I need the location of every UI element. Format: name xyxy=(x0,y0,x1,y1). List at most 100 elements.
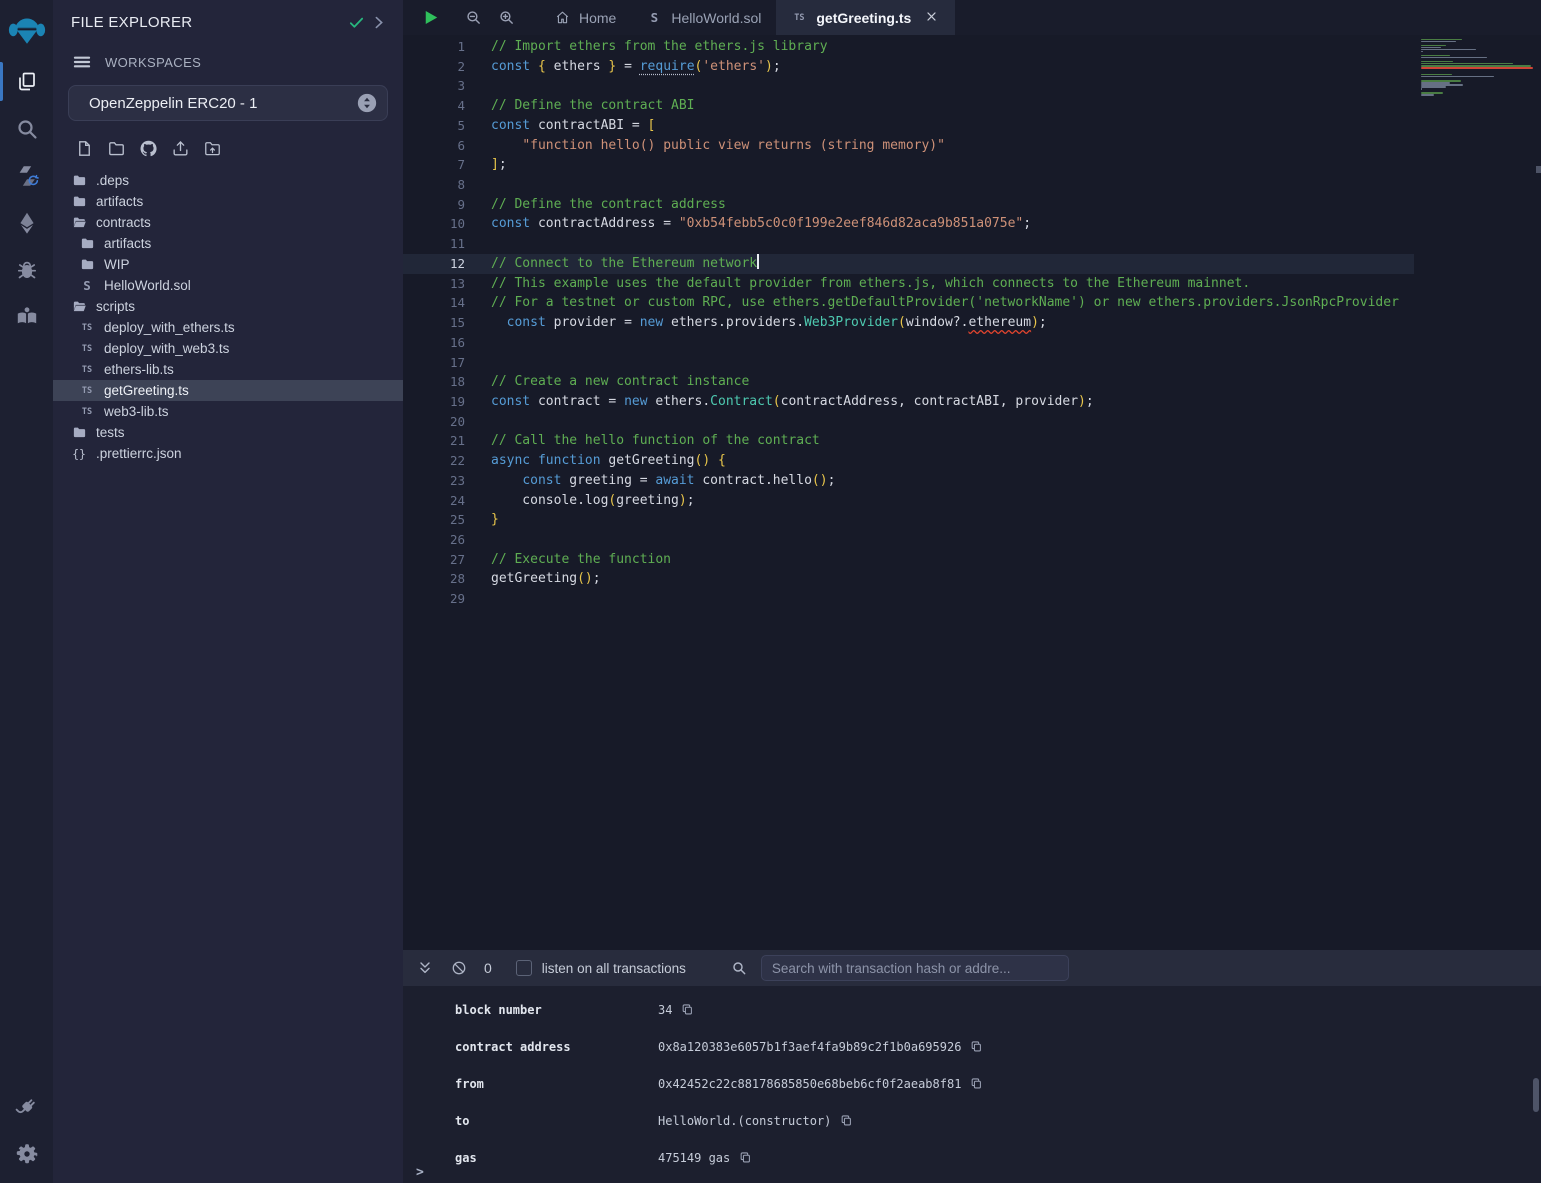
line-number: 14 xyxy=(403,293,465,313)
tree-item-contracts[interactable]: contracts xyxy=(53,212,403,233)
code-line-18[interactable]: 18// Create a new contract instance xyxy=(403,372,1414,392)
code-line-12[interactable]: 12// Connect to the Ethereum network xyxy=(403,254,1414,274)
copy-icon[interactable] xyxy=(970,1040,984,1054)
code-line-1[interactable]: 1// Import ethers from the ethers.js lib… xyxy=(403,37,1414,57)
tree-item-artifacts[interactable]: artifacts xyxy=(53,233,403,254)
sidebar-item-debugger[interactable] xyxy=(0,246,53,293)
copy-icon[interactable] xyxy=(681,1003,695,1017)
code-line-20[interactable]: 20 xyxy=(403,412,1414,432)
sidebar-item-learneth[interactable] xyxy=(0,293,53,340)
code-line-15[interactable]: 15 const provider = new ethers.providers… xyxy=(403,313,1414,333)
code-line-2[interactable]: 2const { ethers } = require('ethers'); xyxy=(403,57,1414,77)
tree-item-web3-lib-ts[interactable]: TSweb3-lib.ts xyxy=(53,401,403,422)
code-line-26[interactable]: 26 xyxy=(403,530,1414,550)
tree-item-deploy-with-ethers-ts[interactable]: TSdeploy_with_ethers.ts xyxy=(53,317,403,338)
publish-to-gist-button[interactable] xyxy=(138,138,158,158)
pending-tx-count: 0 xyxy=(484,960,492,976)
clear-console-button[interactable] xyxy=(450,959,468,977)
tab-label: Home xyxy=(579,10,616,26)
activity-bar xyxy=(0,0,53,1183)
tree-item-artifacts[interactable]: artifacts xyxy=(53,191,403,212)
tab-getgreeting-ts[interactable]: TSgetGreeting.ts xyxy=(776,0,955,35)
terminal-scrollbar[interactable] xyxy=(1533,1078,1539,1112)
tree-item-label: contracts xyxy=(96,215,151,230)
terminal-prompt[interactable]: > xyxy=(416,1165,424,1180)
new-file-button[interactable] xyxy=(74,138,94,158)
code-line-28[interactable]: 28getGreeting(); xyxy=(403,569,1414,589)
tree-item-scripts[interactable]: scripts xyxy=(53,296,403,317)
tree-item-ethers-lib-ts[interactable]: TSethers-lib.ts xyxy=(53,359,403,380)
copy-icon[interactable] xyxy=(840,1114,854,1128)
tree-item-label: WIP xyxy=(104,257,130,272)
code-line-25[interactable]: 25} xyxy=(403,510,1414,530)
tree-item-label: getGreeting.ts xyxy=(104,383,189,398)
code-line-11[interactable]: 11 xyxy=(403,234,1414,254)
tree-item-label: ethers-lib.ts xyxy=(104,362,174,377)
code-line-4[interactable]: 4// Define the contract ABI xyxy=(403,96,1414,116)
code-line-19[interactable]: 19const contract = new ethers.Contract(c… xyxy=(403,392,1414,412)
tx-detail-value-text: 34 xyxy=(658,1003,672,1017)
tab-helloworld-sol[interactable]: SHelloWorld.sol xyxy=(631,0,776,35)
folder-icon xyxy=(80,236,95,251)
tree-item--deps[interactable]: .deps xyxy=(53,170,403,191)
minimap[interactable] xyxy=(1421,35,1533,98)
zoom-out-button[interactable] xyxy=(462,7,484,29)
tx-detail-value: 475149 gas xyxy=(658,1151,753,1165)
folder-upload-icon xyxy=(203,139,222,158)
folder-open-icon xyxy=(71,215,87,231)
workspace-ok-button[interactable] xyxy=(345,11,367,33)
copy-icon[interactable] xyxy=(739,1151,753,1165)
workspaces-menu-button[interactable] xyxy=(72,52,92,72)
tree-item--prettierrc-json[interactable]: {}.prettierrc.json xyxy=(53,443,403,464)
code-text: // Import ethers from the ethers.js libr… xyxy=(465,37,828,57)
terminal-collapse-button[interactable] xyxy=(416,959,434,977)
zoom-in-button[interactable] xyxy=(495,7,517,29)
code-line-23[interactable]: 23 const greeting = await contract.hello… xyxy=(403,471,1414,491)
upload-folder-button[interactable] xyxy=(202,138,222,158)
code-line-16[interactable]: 16 xyxy=(403,333,1414,353)
workspace-select[interactable]: OpenZeppelin ERC20 - 1 xyxy=(68,85,388,121)
code-line-13[interactable]: 13// This example uses the default provi… xyxy=(403,274,1414,294)
tree-item-wip[interactable]: WIP xyxy=(53,254,403,275)
code-line-5[interactable]: 5const contractABI = [ xyxy=(403,116,1414,136)
panel-expand-button[interactable] xyxy=(367,11,389,33)
code-line-6[interactable]: 6 "function hello() public view returns … xyxy=(403,136,1414,156)
sidebar-item-settings[interactable] xyxy=(0,1130,53,1177)
listen-transactions-checkbox[interactable] xyxy=(516,960,532,976)
tree-item-tests[interactable]: tests xyxy=(53,422,403,443)
code-line-29[interactable]: 29 xyxy=(403,589,1414,609)
sidebar-item-search[interactable] xyxy=(0,105,53,152)
code-line-8[interactable]: 8 xyxy=(403,175,1414,195)
solidity-compiler-icon xyxy=(15,164,39,188)
code-line-3[interactable]: 3 xyxy=(403,76,1414,96)
code-line-24[interactable]: 24 console.log(greeting); xyxy=(403,491,1414,511)
code-line-7[interactable]: 7]; xyxy=(403,155,1414,175)
close-tab-icon[interactable] xyxy=(925,10,940,25)
home-icon xyxy=(555,10,570,25)
editor-scrollbar[interactable] xyxy=(1536,166,1541,173)
code-line-21[interactable]: 21// Call the hello function of the cont… xyxy=(403,431,1414,451)
code-text: // Define the contract ABI xyxy=(465,96,695,116)
code-line-10[interactable]: 10const contractAddress = "0xb54febb5c0c… xyxy=(403,214,1414,234)
tree-item-helloworld-sol[interactable]: SHelloWorld.sol xyxy=(53,275,403,296)
code-line-17[interactable]: 17 xyxy=(403,353,1414,373)
run-script-button[interactable] xyxy=(419,7,441,29)
text-cursor xyxy=(757,254,759,269)
sidebar-item-solidity-compiler[interactable] xyxy=(0,152,53,199)
tree-item-deploy-with-web3-ts[interactable]: TSdeploy_with_web3.ts xyxy=(53,338,403,359)
terminal-search-input[interactable] xyxy=(761,955,1069,981)
upload-file-button[interactable] xyxy=(170,138,190,158)
copy-icon[interactable] xyxy=(970,1077,984,1091)
code-editor[interactable]: 1// Import ethers from the ethers.js lib… xyxy=(403,35,1541,950)
code-line-22[interactable]: 22async function getGreeting() { xyxy=(403,451,1414,471)
tab-home[interactable]: Home xyxy=(539,0,631,35)
code-line-14[interactable]: 14// For a testnet or custom RPC, use et… xyxy=(403,293,1414,313)
new-folder-button[interactable] xyxy=(106,138,126,158)
code-line-9[interactable]: 9// Define the contract address xyxy=(403,195,1414,215)
sidebar-item-plugin-manager[interactable] xyxy=(0,1083,53,1130)
tree-item-getgreeting-ts[interactable]: TSgetGreeting.ts xyxy=(53,380,403,401)
code-line-27[interactable]: 27// Execute the function xyxy=(403,550,1414,570)
sidebar-item-deploy-run[interactable] xyxy=(0,199,53,246)
tree-item-label: .prettierrc.json xyxy=(96,446,182,461)
sidebar-item-file-explorer[interactable] xyxy=(0,58,53,105)
